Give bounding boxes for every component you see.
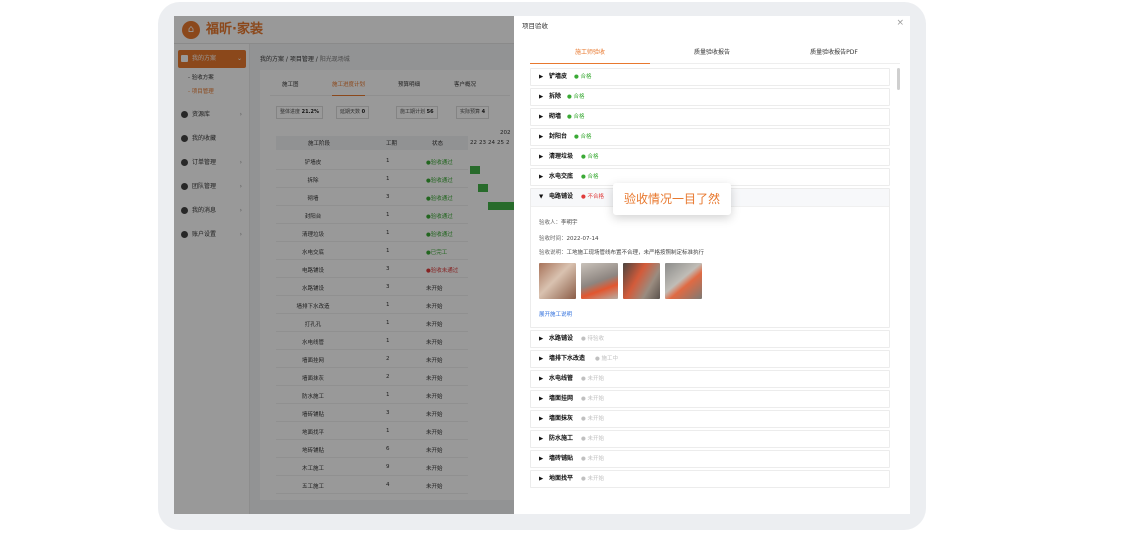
accordion-item[interactable]: ▶ 封阳台 ● 合格 [530, 128, 890, 146]
item-name: 电路铺设 [549, 193, 574, 200]
inspector-name: 李明宇 [561, 220, 578, 226]
label: 验收时间： [539, 236, 567, 242]
caret-right-icon: ▶ [539, 476, 544, 482]
accordion-item[interactable]: ▶ 墙面抹灰 ● 未开始 [530, 410, 890, 428]
status-badge: ● 不合格 [581, 194, 605, 200]
status-badge: ● 合格 [574, 74, 592, 80]
caret-right-icon: ▶ [539, 376, 544, 382]
caret-right-icon: ▶ [539, 456, 544, 462]
status-badge: ● 未开始 [581, 396, 605, 402]
status-badge: ● 施工中 [595, 356, 619, 362]
photo-thumbnail[interactable] [623, 263, 660, 299]
item-name: 封阳台 [549, 133, 568, 140]
item-name: 墙面抹灰 [549, 415, 574, 422]
drawer-tabs: 施工师验收 质量验收报告 质量验收报告PDF [530, 42, 900, 64]
status-badge: ● 合格 [567, 94, 585, 100]
close-icon[interactable]: × [896, 18, 904, 28]
accordion-item[interactable]: ▶ 墙面挂网 ● 未开始 [530, 390, 890, 408]
status-badge: ● 未开始 [581, 416, 605, 422]
photo-thumbnail[interactable] [665, 263, 702, 299]
item-name: 水路铺设 [549, 335, 574, 342]
expand-notes-link[interactable]: 展开施工说明 [539, 307, 572, 323]
item-name: 地面找平 [549, 475, 574, 482]
inspect-time: 2022-07-14 [566, 236, 599, 242]
callout-bubble: 验收情况一目了然 [613, 183, 731, 215]
tab-quality-report[interactable]: 质量验收报告 [652, 47, 772, 64]
app-screen: ⌂ 福昕·家装 我的方案 ⌄ - 验收方案 - 项目管理 资源库 › 我的收藏 订单… [174, 16, 910, 514]
item-name: 墙排下水改造 [549, 355, 586, 362]
caret-right-icon: ▶ [539, 336, 544, 342]
status-badge: ● 合格 [574, 134, 592, 140]
photo-thumbnail[interactable] [581, 263, 618, 299]
photo-thumbnail[interactable] [539, 263, 576, 299]
item-name: 砌墙 [549, 113, 562, 120]
inspect-note: 工地施工现场管线布置不合理，未严格按照制定标准执行 [566, 250, 705, 256]
note-line: 验收说明：工地施工现场管线布置不合理，未严格按照制定标准执行 [539, 245, 704, 261]
caret-right-icon: ▶ [539, 154, 544, 160]
status-badge: ● 未开始 [581, 456, 605, 462]
accordion-item[interactable]: ▶ 防水施工 ● 未开始 [530, 430, 890, 448]
photo-gallery [539, 263, 719, 299]
item-name: 水电交底 [549, 173, 574, 180]
accordion-item[interactable]: ▶ 地面找平 ● 未开始 [530, 470, 890, 488]
item-name: 拆除 [549, 93, 562, 100]
inspector-line: 验收人：李明宇 [539, 215, 578, 231]
accordion-item[interactable]: ▶ 拆除 ● 合格 [530, 88, 890, 106]
caret-down-icon: ▼ [539, 194, 544, 200]
item-name: 防水施工 [549, 435, 574, 442]
item-name: 墙砖铺贴 [549, 455, 574, 462]
accordion-item[interactable]: ▶ 水电线管 ● 未开始 [530, 370, 890, 388]
status-badge: ● 未开始 [581, 376, 605, 382]
scrollbar[interactable] [897, 68, 900, 90]
caret-right-icon: ▶ [539, 134, 544, 140]
label: 验收说明： [539, 250, 567, 256]
status-badge: ● 合格 [567, 114, 585, 120]
accordion-item[interactable]: ▶ 铲墙皮 ● 合格 [530, 68, 890, 86]
acceptance-drawer: 项目验收 × 施工师验收 质量验收报告 质量验收报告PDF ▶ 铲墙皮 ● 合格 ▶ 拆… [514, 16, 910, 514]
caret-right-icon: ▶ [539, 114, 544, 120]
status-badge: ● 待验收 [581, 336, 605, 342]
accordion-item[interactable]: ▶ 墙排下水改造 ● 施工中 [530, 350, 890, 368]
caret-right-icon: ▶ [539, 436, 544, 442]
drawer-title: 项目验收 [522, 22, 548, 30]
accordion-item[interactable]: ▶ 砌墙 ● 合格 [530, 108, 890, 126]
status-badge: ● 未开始 [581, 476, 605, 482]
accordion-item[interactable]: ▶ 水路铺设 ● 待验收 [530, 330, 890, 348]
item-name: 水电线管 [549, 375, 574, 382]
tab-quality-report-pdf[interactable]: 质量验收报告PDF [774, 47, 894, 64]
accordion-item[interactable]: ▶ 墙砖铺贴 ● 未开始 [530, 450, 890, 468]
status-badge: ● 合格 [581, 154, 599, 160]
tab-construction-acceptance[interactable]: 施工师验收 [530, 47, 650, 64]
main-app: ⌂ 福昕·家装 我的方案 ⌄ - 验收方案 - 项目管理 资源库 › 我的收藏 订单… [174, 16, 514, 514]
caret-right-icon: ▶ [539, 416, 544, 422]
accordion-item[interactable]: ▶ 清理垃圾 ● 合格 [530, 148, 890, 166]
label: 验收人： [539, 220, 562, 226]
caret-right-icon: ▶ [539, 174, 544, 180]
item-name: 铲墙皮 [549, 73, 568, 80]
status-badge: ● 合格 [581, 174, 599, 180]
status-badge: ● 未开始 [581, 436, 605, 442]
item-name: 墙面挂网 [549, 395, 574, 402]
caret-right-icon: ▶ [539, 94, 544, 100]
caret-right-icon: ▶ [539, 396, 544, 402]
caret-right-icon: ▶ [539, 74, 544, 80]
modal-overlay[interactable] [174, 16, 514, 514]
item-name: 清理垃圾 [549, 153, 574, 160]
caret-right-icon: ▶ [539, 356, 544, 362]
